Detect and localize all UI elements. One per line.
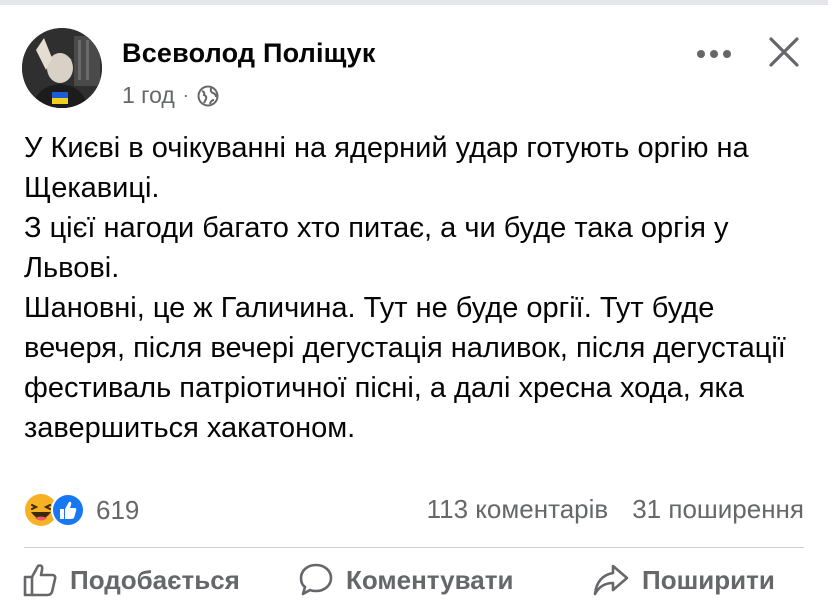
more-options-button[interactable]: [694, 34, 734, 74]
action-bar: Подобається Коментувати Поширити: [0, 562, 828, 614]
post-paragraph: З цієї нагоди багато хто питає, а чи буд…: [24, 212, 729, 284]
engagement-stats: 113 коментарів 31 поширення: [427, 494, 804, 525]
close-button[interactable]: [762, 30, 806, 74]
like-label: Подобається: [70, 564, 240, 595]
globe-icon[interactable]: [197, 85, 219, 107]
shares-count[interactable]: 31 поширення: [632, 494, 804, 525]
author-name[interactable]: Всеволод Поліщук: [122, 38, 376, 69]
reactions-count: 619: [96, 494, 140, 525]
post-stats: 619 113 коментарів 31 поширення: [24, 490, 804, 530]
comment-button[interactable]: Коментувати: [298, 562, 513, 598]
comment-icon: [299, 563, 333, 596]
like-reaction-icon: [51, 493, 85, 527]
comment-label: Коментувати: [346, 564, 514, 595]
top-strip: [0, 0, 828, 5]
post-body: У Києві в очікуванні на ядерний удар гот…: [24, 128, 814, 448]
comments-count[interactable]: 113 коментарів: [427, 494, 609, 525]
reaction-icons: [25, 493, 85, 527]
like-button[interactable]: Подобається: [22, 562, 240, 598]
share-label: Поширити: [642, 564, 775, 595]
post-paragraph: У Києві в очікуванні на ядерний удар гот…: [24, 132, 749, 204]
post-header: Всеволод Поліщук 1 год ·: [22, 28, 806, 112]
close-icon: [769, 37, 799, 67]
share-button[interactable]: Поширити: [592, 562, 775, 598]
like-icon: [23, 564, 57, 597]
post-meta: 1 год ·: [122, 82, 219, 109]
share-icon: [593, 564, 629, 596]
avatar[interactable]: [22, 28, 102, 108]
post-paragraph: Шановні, це ж Галичина. Тут не буде оргі…: [24, 292, 786, 444]
divider: [24, 547, 804, 548]
meta-separator: ·: [182, 85, 189, 105]
more-horizontal-icon: [697, 50, 731, 58]
post-time[interactable]: 1 год: [122, 82, 175, 109]
reactions-summary[interactable]: 619: [24, 492, 139, 528]
